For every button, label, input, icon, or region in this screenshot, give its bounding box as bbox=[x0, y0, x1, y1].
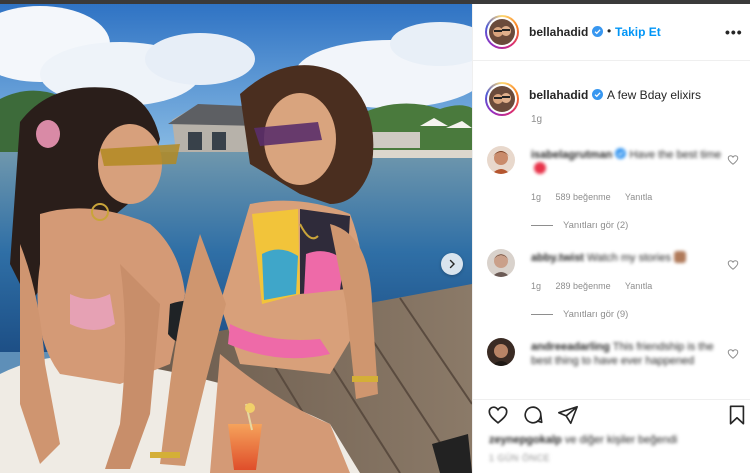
bookmark-icon[interactable] bbox=[726, 404, 748, 426]
view-replies-label: Yanıtları gör (2) bbox=[563, 220, 629, 231]
caption-text: A few Bday elixirs bbox=[607, 88, 702, 102]
story-ring[interactable] bbox=[485, 15, 519, 49]
liked-by-suffix: ve diğer kişiler beğendi bbox=[564, 434, 678, 446]
replies-divider bbox=[531, 225, 553, 226]
caption-timestamp[interactable]: 1g bbox=[531, 114, 542, 125]
follow-button[interactable]: Takip Et bbox=[615, 25, 661, 39]
comment-body: andreeadarling This friendship is the be… bbox=[531, 340, 727, 368]
comment-time[interactable]: 1g bbox=[531, 281, 541, 291]
caption-avatar[interactable] bbox=[489, 86, 515, 112]
comment-reply-button[interactable]: Yanıtla bbox=[625, 281, 652, 291]
liked-by-username[interactable]: zeynepgokalp bbox=[489, 434, 562, 446]
header-username[interactable]: bellahadid bbox=[529, 25, 588, 39]
comment-meta: 1g 589 beğenme Yanıtla bbox=[531, 192, 664, 202]
post-header: bellahadid • Takip Et ••• bbox=[473, 4, 750, 61]
comment-likes[interactable]: 289 beğenme bbox=[556, 281, 611, 291]
comment-avatar[interactable] bbox=[487, 146, 515, 174]
face-emoji-icon bbox=[674, 251, 686, 263]
comment-text: Watch my stories bbox=[587, 252, 671, 264]
post-date[interactable]: 1 GÜN ÖNCE bbox=[489, 453, 550, 463]
next-photo-button[interactable] bbox=[441, 253, 463, 275]
more-options-button[interactable]: ••• bbox=[725, 24, 743, 40]
comment-bubble-icon[interactable] bbox=[522, 404, 544, 426]
header-separator: • bbox=[607, 24, 612, 38]
comment-text: Have the best time bbox=[629, 149, 722, 161]
view-replies-label: Yanıtları gör (9) bbox=[563, 309, 629, 320]
comment-avatar[interactable] bbox=[487, 249, 515, 277]
comment-meta: 1g 289 beğenme Yanıtla bbox=[531, 281, 664, 291]
caption-story-ring[interactable] bbox=[485, 82, 519, 116]
chevron-right-icon bbox=[449, 259, 455, 269]
comment-username[interactable]: abby.twist bbox=[531, 252, 584, 264]
paper-plane-icon[interactable] bbox=[557, 404, 579, 426]
actions-divider bbox=[473, 399, 750, 400]
comment-heart-icon[interactable] bbox=[727, 259, 739, 271]
comment-username[interactable]: isabelagrutman bbox=[531, 149, 612, 161]
comment-avatar[interactable] bbox=[487, 338, 515, 366]
photo-scene-image bbox=[0, 4, 472, 473]
comment-body: isabelagrutman Have the best time bbox=[531, 148, 727, 176]
avatar[interactable] bbox=[489, 19, 515, 45]
comment-likes[interactable]: 589 beğenme bbox=[556, 192, 611, 202]
replies-divider bbox=[531, 314, 553, 315]
post-side-panel: bellahadid • Takip Et ••• bellahadid A f… bbox=[472, 4, 750, 473]
view-replies-button[interactable]: Yanıtları gör (2) bbox=[531, 220, 628, 231]
comment-reply-button[interactable]: Yanıtla bbox=[625, 192, 652, 202]
heart-icon[interactable] bbox=[487, 404, 509, 426]
view-replies-button[interactable]: Yanıtları gör (9) bbox=[531, 309, 628, 320]
comment-body: abby.twist Watch my stories bbox=[531, 251, 727, 265]
comment-username[interactable]: andreeadarling bbox=[531, 341, 610, 353]
verified-badge-icon bbox=[592, 26, 603, 37]
post-photo[interactable] bbox=[0, 4, 472, 473]
comment-heart-icon[interactable] bbox=[727, 348, 739, 360]
verified-badge-icon bbox=[592, 89, 603, 100]
liked-by-text[interactable]: zeynepgokalp ve diğer kişiler beğendi bbox=[489, 434, 677, 446]
verified-badge-icon bbox=[615, 148, 627, 159]
caption-username[interactable]: bellahadid bbox=[529, 88, 588, 102]
comment-heart-icon[interactable] bbox=[727, 154, 739, 166]
heart-emoji-icon bbox=[534, 162, 546, 174]
comment-time[interactable]: 1g bbox=[531, 192, 541, 202]
